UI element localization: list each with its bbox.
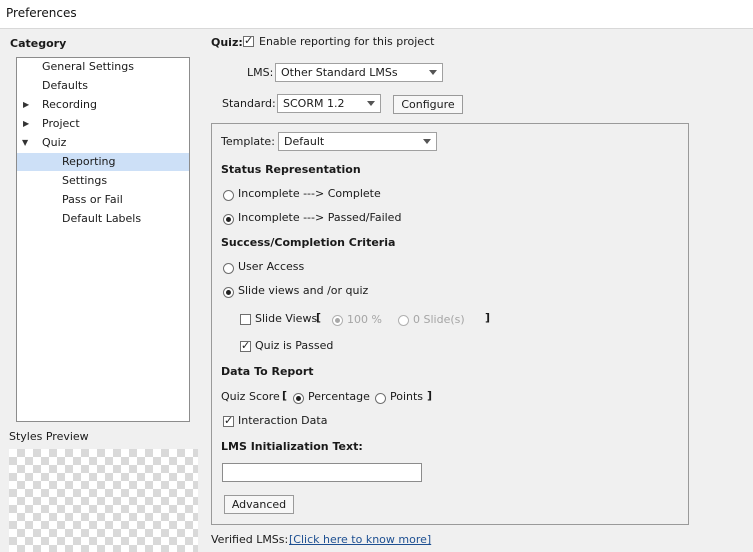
slide-views-count-radio[interactable] xyxy=(398,315,409,326)
slide-views-bracket-close: ] xyxy=(485,311,491,324)
collapse-arrow-icon[interactable]: ▼ xyxy=(22,134,28,152)
checkmark-icon: ✓ xyxy=(244,34,254,47)
radio-selected-dot xyxy=(335,318,340,323)
tree-item-pass-or-fail[interactable]: Pass or Fail xyxy=(17,191,189,209)
user-access-label: User Access xyxy=(238,260,305,273)
tree-item-label: Default Labels xyxy=(62,212,142,225)
chevron-down-icon xyxy=(423,139,431,144)
standard-dropdown[interactable]: SCORM 1.2 xyxy=(277,94,381,113)
slide-views-percent-radio[interactable] xyxy=(332,315,343,326)
template-dropdown[interactable]: Default xyxy=(278,132,437,151)
status-representation-heading: Status Representation xyxy=(221,163,361,176)
title-bar: Preferences xyxy=(0,0,753,29)
tree-item-reporting[interactable]: Reporting xyxy=(17,153,189,171)
slide-views-checkbox[interactable] xyxy=(240,314,251,325)
percentage-radio[interactable] xyxy=(293,393,304,404)
enable-reporting-label: Enable reporting for this project xyxy=(259,35,435,48)
radio-selected-dot xyxy=(226,217,231,222)
percentage-label: Percentage xyxy=(308,390,370,403)
radio-selected-dot xyxy=(296,396,301,401)
lms-dropdown-value: Other Standard LMSs xyxy=(281,66,398,79)
slide-views-count-label: 0 Slide(s) xyxy=(413,313,465,326)
criteria-heading: Success/Completion Criteria xyxy=(221,236,396,249)
quiz-is-passed-label: Quiz is Passed xyxy=(255,339,334,352)
category-tree[interactable]: General Settings Defaults ▶ Recording ▶ … xyxy=(16,57,190,422)
user-access-radio[interactable] xyxy=(223,263,234,274)
verified-lms-link[interactable]: [Click here to know more] xyxy=(289,533,431,546)
tree-item-label: Quiz xyxy=(42,136,67,149)
incomplete-passed-failed-radio[interactable] xyxy=(223,214,234,225)
interaction-data-checkbox[interactable]: ✓ xyxy=(223,414,234,427)
data-to-report-heading: Data To Report xyxy=(221,365,314,378)
lms-init-input[interactable] xyxy=(222,463,422,482)
slide-views-or-quiz-label: Slide views and /or quiz xyxy=(238,284,369,297)
tree-item-label: Settings xyxy=(62,174,108,187)
checkmark-icon: ✓ xyxy=(224,414,234,427)
category-heading: Category xyxy=(10,37,67,50)
tree-item-label: Pass or Fail xyxy=(62,193,123,206)
standard-label: Standard: xyxy=(222,97,276,110)
styles-preview-label: Styles Preview xyxy=(9,430,89,443)
configure-button[interactable]: Configure xyxy=(393,95,463,114)
lms-init-heading: LMS Initialization Text: xyxy=(221,440,363,453)
points-radio[interactable] xyxy=(375,393,386,404)
tree-item-label: Recording xyxy=(42,98,98,111)
template-dropdown-value: Default xyxy=(284,135,325,148)
incomplete-complete-radio[interactable] xyxy=(223,190,234,201)
verified-lms-label: Verified LMSs: xyxy=(211,533,289,546)
quiz-score-bracket-open: [ xyxy=(282,389,288,402)
template-label: Template: xyxy=(221,135,275,148)
incomplete-complete-label: Incomplete ---> Complete xyxy=(238,187,381,200)
tree-item-project[interactable]: ▶ Project xyxy=(17,115,189,133)
standard-dropdown-value: SCORM 1.2 xyxy=(283,97,345,110)
tree-item-label: General Settings xyxy=(42,60,134,73)
incomplete-passed-failed-label: Incomplete ---> Passed/Failed xyxy=(238,211,402,224)
expand-arrow-icon[interactable]: ▶ xyxy=(23,96,29,114)
slide-views-or-quiz-radio[interactable] xyxy=(223,287,234,298)
radio-selected-dot xyxy=(226,290,231,295)
enable-reporting-checkbox[interactable]: ✓ xyxy=(243,34,254,47)
advanced-button[interactable]: Advanced xyxy=(224,495,294,514)
lms-label: LMS: xyxy=(247,66,274,79)
tree-item-default-labels[interactable]: Default Labels xyxy=(17,210,189,228)
slide-views-label: Slide Views xyxy=(255,312,318,325)
interaction-data-label: Interaction Data xyxy=(238,414,328,427)
quiz-label: Quiz: xyxy=(211,36,243,49)
tree-item-label: Defaults xyxy=(42,79,88,92)
lms-dropdown[interactable]: Other Standard LMSs xyxy=(275,63,443,82)
tree-item-quiz[interactable]: ▼ Quiz xyxy=(17,134,189,152)
chevron-down-icon xyxy=(429,70,437,75)
styles-preview xyxy=(9,449,198,552)
points-label: Points xyxy=(390,390,424,403)
quiz-score-label: Quiz Score xyxy=(221,390,280,403)
tree-item-label: Reporting xyxy=(62,155,116,168)
checkmark-icon: ✓ xyxy=(241,339,251,352)
slide-views-percent-label: 100 % xyxy=(347,313,382,326)
window-title: Preferences xyxy=(6,6,77,20)
tree-item-label: Project xyxy=(42,117,80,130)
tree-item-general-settings[interactable]: General Settings xyxy=(17,58,189,76)
quiz-is-passed-checkbox[interactable]: ✓ xyxy=(240,339,251,352)
slide-views-bracket-open: [ xyxy=(316,311,322,324)
tree-item-recording[interactable]: ▶ Recording xyxy=(17,96,189,114)
quiz-score-bracket-close: ] xyxy=(427,389,433,402)
tree-item-settings[interactable]: Settings xyxy=(17,172,189,190)
expand-arrow-icon[interactable]: ▶ xyxy=(23,115,29,133)
tree-item-defaults[interactable]: Defaults xyxy=(17,77,189,95)
chevron-down-icon xyxy=(367,101,375,106)
